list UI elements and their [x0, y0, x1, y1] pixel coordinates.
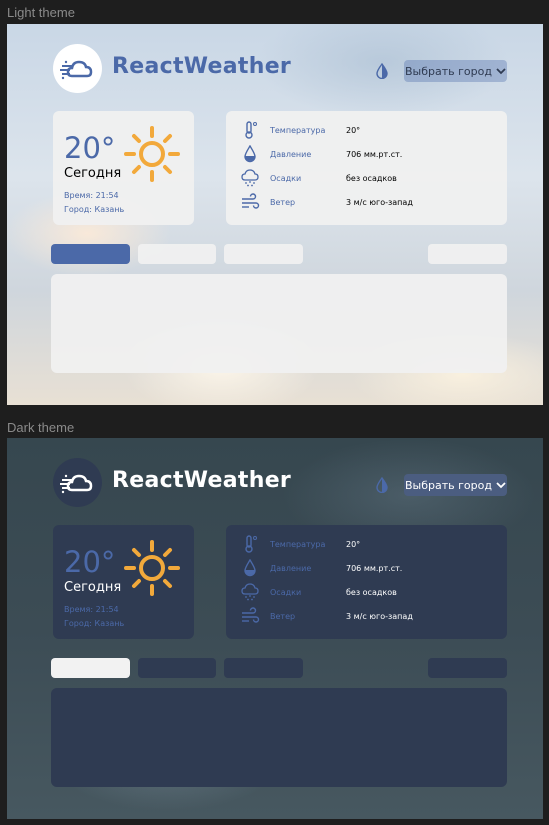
city-select-label: Выбрать город: [405, 64, 492, 78]
today-label: Сегодня: [64, 580, 122, 595]
detail-value: 20°: [346, 125, 361, 135]
detail-row-pressure: Давление 706 мм.рт.ст.: [239, 558, 402, 578]
time-label: Время: 21:54: [64, 605, 119, 614]
detail-row-pressure: Давление 706 мм.рт.ст.: [239, 144, 402, 164]
detail-label: Давление: [270, 563, 312, 573]
pressure-drop-icon: [244, 559, 256, 577]
chevron-down-icon: [496, 482, 506, 489]
detail-value: 3 м/с юго-запад: [346, 611, 413, 621]
tab-week[interactable]: [51, 244, 130, 264]
chevron-down-icon: [496, 68, 506, 75]
dark-theme-frame: ReactWeather Выбрать город 20° Сегодня В…: [7, 438, 543, 819]
city-label: Город: Казань: [64, 619, 125, 628]
detail-label: Осадки: [270, 173, 302, 183]
tab-10-days[interactable]: [138, 244, 216, 264]
detail-row-wind: Ветер 3 м/с юго-запад: [239, 192, 413, 212]
current-temperature: 20°: [64, 545, 116, 579]
sun-icon: [124, 126, 180, 182]
current-temperature: 20°: [64, 131, 116, 165]
detail-label: Температура: [270, 125, 326, 135]
wind-icon: [242, 607, 260, 623]
city-select-label: Выбрать город: [405, 478, 492, 492]
today-card: 20° Сегодня Время: 21:54 Город: Казань: [53, 525, 194, 639]
city-label: Город: Казань: [64, 205, 125, 214]
tab-cancel[interactable]: [428, 658, 507, 678]
light-theme-frame: ReactWeather Выбрать город 20° Сегодня В…: [7, 24, 543, 405]
tab-month[interactable]: [224, 244, 303, 264]
detail-label: Осадки: [270, 587, 302, 597]
theme-toggle-icon[interactable]: [374, 477, 390, 493]
detail-row-temperature: Температура 20°: [239, 534, 360, 554]
weather-details-card: Температура 20° Давление 706 мм.рт.ст. О…: [226, 111, 507, 225]
time-label: Время: 21:54: [64, 191, 119, 200]
precipitation-icon: [241, 583, 259, 601]
tab-10-days[interactable]: [138, 658, 216, 678]
detail-value: 706 мм.рт.ст.: [346, 149, 403, 159]
detail-row-precipitation: Осадки без осадков: [239, 168, 397, 188]
precipitation-icon: [241, 169, 259, 187]
tab-month[interactable]: [224, 658, 303, 678]
thermometer-icon: [245, 121, 257, 139]
logo[interactable]: [53, 44, 102, 93]
detail-label: Ветер: [270, 197, 296, 207]
dark-theme-label: Dark theme: [7, 420, 75, 435]
detail-value: 706 мм.рт.ст.: [346, 563, 403, 573]
forecast-panel: [51, 688, 507, 787]
detail-value: 3 м/с юго-запад: [346, 197, 413, 207]
weather-details-card: Температура 20° Давление 706 мм.рт.ст. О…: [226, 525, 507, 639]
city-select-dropdown[interactable]: Выбрать город: [404, 60, 507, 82]
detail-value: 20°: [346, 539, 361, 549]
detail-row-precipitation: Осадки без осадков: [239, 582, 397, 602]
detail-label: Ветер: [270, 611, 296, 621]
sun-icon: [124, 540, 180, 596]
cloud-wind-logo-icon: [59, 474, 92, 493]
app-title: ReactWeather: [112, 468, 292, 493]
detail-row-wind: Ветер 3 м/с юго-запад: [239, 606, 413, 626]
cloud-wind-logo-icon: [59, 60, 92, 79]
detail-value: без осадков: [346, 173, 397, 183]
detail-value: без осадков: [346, 587, 397, 597]
tab-week[interactable]: [51, 658, 130, 678]
detail-label: Давление: [270, 149, 312, 159]
today-card: 20° Сегодня Время: 21:54 Город: Казань: [53, 111, 194, 225]
forecast-panel: [51, 274, 507, 373]
logo[interactable]: [53, 458, 102, 507]
today-label: Сегодня: [64, 166, 122, 181]
app-title: ReactWeather: [112, 54, 292, 79]
pressure-drop-icon: [244, 145, 256, 163]
light-theme-label: Light theme: [7, 5, 75, 20]
tab-cancel[interactable]: [428, 244, 507, 264]
detail-row-temperature: Температура 20°: [239, 120, 360, 140]
detail-label: Температура: [270, 539, 326, 549]
thermometer-icon: [245, 535, 257, 553]
city-select-dropdown[interactable]: Выбрать город: [404, 474, 507, 496]
theme-toggle-icon[interactable]: [374, 63, 390, 79]
wind-icon: [242, 193, 260, 209]
